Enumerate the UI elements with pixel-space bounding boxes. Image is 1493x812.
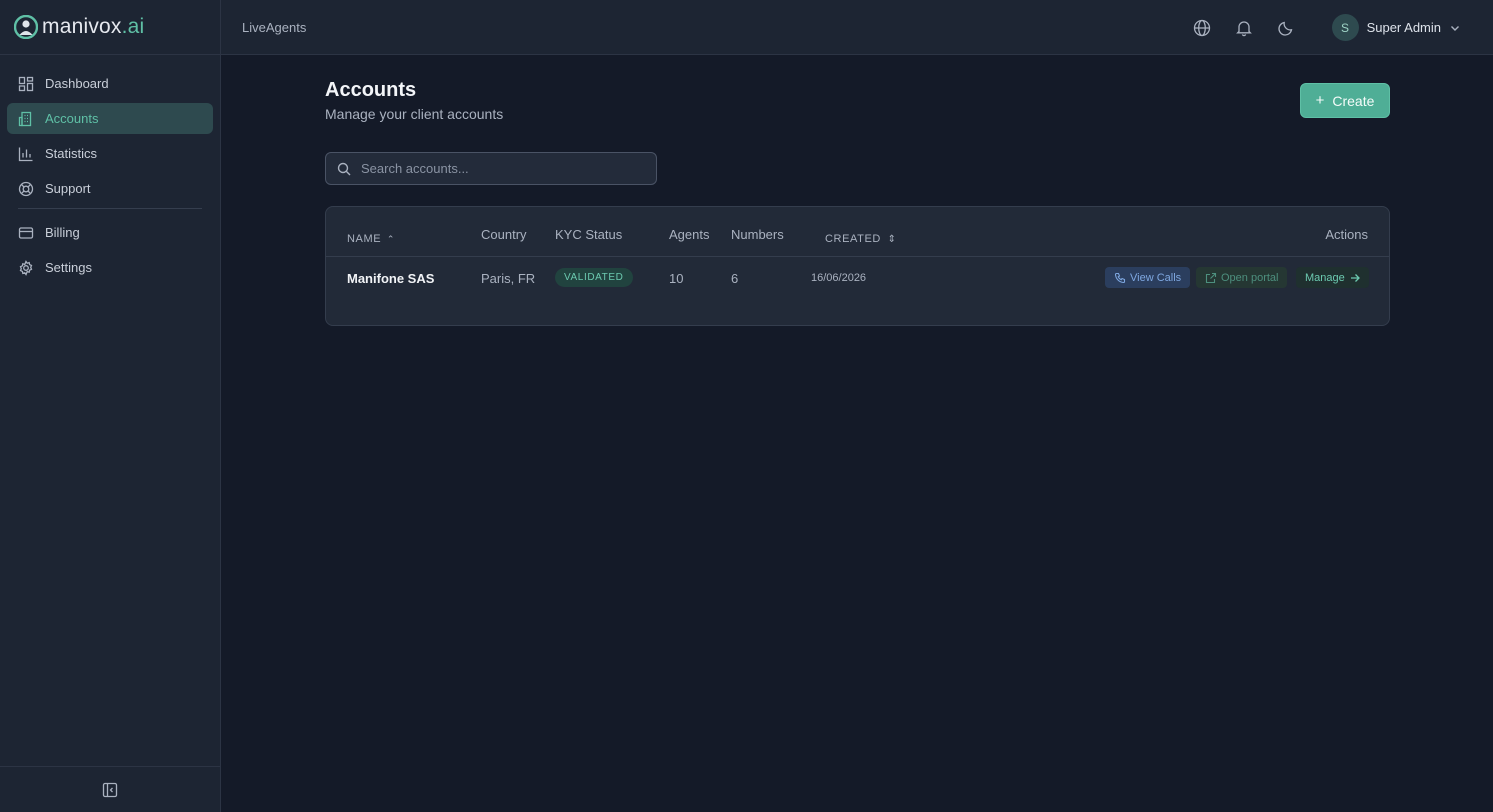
user-menu[interactable]: S Super Admin — [1331, 14, 1461, 41]
table-header: NAME ⌃ Country KYC Status Agents Numbers… — [326, 207, 1389, 257]
building-icon — [18, 111, 34, 127]
sidebar-nav: Dashboard Accounts Statistics Support Bi… — [0, 55, 220, 283]
sort-icon: ⇕ — [887, 234, 897, 245]
user-name: Super Admin — [1366, 20, 1441, 35]
phone-icon — [1114, 272, 1126, 284]
manage-button[interactable]: Manage — [1296, 267, 1369, 288]
manage-label: Manage — [1305, 271, 1345, 284]
avatar: S — [1331, 14, 1359, 41]
sidebar-item-dashboard[interactable]: Dashboard — [7, 68, 213, 99]
brand-logo[interactable]: manivox.ai — [0, 0, 220, 55]
view-calls-button[interactable]: View Calls — [1105, 267, 1191, 288]
table-row: Manifone SAS Paris, FR VALIDATED 10 6 16… — [326, 257, 1389, 299]
collapse-sidebar-button[interactable] — [0, 766, 220, 812]
sidebar-item-label: Settings — [45, 260, 92, 275]
account-created: 16/06/2026 — [811, 272, 867, 284]
open-portal-label: Open portal — [1221, 271, 1279, 284]
accounts-table: NAME ⌃ Country KYC Status Agents Numbers… — [325, 206, 1390, 326]
sidebar-item-support[interactable]: Support — [7, 173, 213, 204]
gear-icon — [18, 259, 34, 276]
column-header-numbers: Numbers — [731, 227, 784, 242]
sidebar-item-label: Billing — [45, 225, 80, 240]
breadcrumb[interactable]: LiveAgents — [242, 20, 306, 35]
topbar: LiveAgents S Super Admin — [221, 0, 1493, 55]
column-header-actions: Actions — [1325, 227, 1368, 242]
sidebar: manivox.ai Dashboard Accounts Statistics… — [0, 0, 221, 812]
column-header-country: Country — [481, 227, 527, 242]
plus-icon: + — [1315, 92, 1325, 109]
create-button[interactable]: + Create — [1300, 83, 1390, 118]
sort-asc-icon: ⌃ — [386, 234, 395, 244]
sidebar-item-label: Support — [45, 181, 91, 196]
external-link-icon — [1205, 272, 1217, 284]
lifebuoy-icon — [18, 181, 34, 197]
column-header-agents: Agents — [669, 227, 710, 242]
page-subtitle: Manage your client accounts — [325, 106, 504, 122]
view-calls-label: View Calls — [1130, 271, 1182, 284]
sidebar-item-label: Statistics — [45, 146, 98, 161]
bell-icon[interactable] — [1234, 18, 1254, 38]
kyc-status-badge: VALIDATED — [555, 268, 633, 287]
column-header-created[interactable]: CREATED ⇕ — [825, 233, 897, 245]
column-header-kyc: KYC Status — [555, 227, 623, 242]
search-input[interactable] — [361, 161, 641, 176]
sidebar-item-label: Accounts — [45, 111, 99, 126]
search-box — [325, 152, 657, 185]
topbar-actions: S Super Admin — [1192, 0, 1493, 55]
create-button-label: Create — [1332, 92, 1375, 109]
account-country: Paris, FR — [481, 271, 536, 286]
sidebar-item-billing[interactable]: Billing — [7, 217, 213, 248]
sidebar-item-label: Dashboard — [45, 76, 109, 91]
open-portal-button[interactable]: Open portal — [1196, 267, 1288, 288]
bar-chart-icon — [18, 146, 34, 162]
account-numbers: 6 — [731, 271, 739, 286]
globe-icon[interactable] — [1192, 18, 1212, 38]
search-icon — [337, 162, 351, 176]
brand-name: manivox.ai — [42, 15, 145, 38]
sidebar-divider — [18, 208, 202, 209]
column-header-name[interactable]: NAME ⌃ — [347, 233, 395, 245]
credit-card-icon — [18, 225, 34, 241]
sidebar-item-settings[interactable]: Settings — [7, 252, 213, 283]
moon-icon[interactable] — [1276, 18, 1296, 38]
account-agents: 10 — [669, 271, 684, 286]
account-name: Manifone SAS — [347, 271, 435, 286]
arrow-right-icon — [1350, 273, 1360, 283]
sidebar-collapse-icon — [102, 782, 118, 797]
page-title: Accounts — [325, 79, 417, 101]
chevron-down-icon — [1451, 25, 1459, 31]
sidebar-item-accounts[interactable]: Accounts — [7, 103, 213, 134]
logo-icon — [14, 15, 38, 39]
dashboard-icon — [18, 76, 34, 92]
sidebar-item-statistics[interactable]: Statistics — [7, 138, 213, 169]
